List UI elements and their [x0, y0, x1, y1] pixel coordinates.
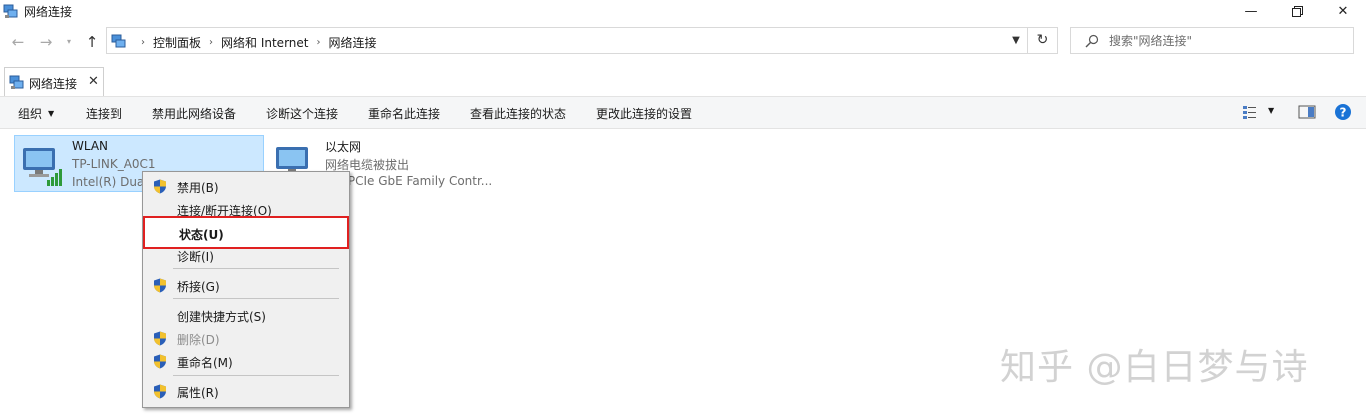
breadcrumb-network-internet[interactable]: 网络和 Internet [221, 34, 308, 51]
uac-shield-icon [154, 354, 166, 369]
help-button[interactable]: ? [1334, 103, 1352, 124]
menu-item-label: 诊断(I) [177, 250, 214, 264]
connection-name: WLAN [72, 139, 109, 153]
search-input[interactable] [1109, 31, 1349, 51]
menu-item-diagnose[interactable]: 诊断(I) [145, 244, 347, 266]
address-dropdown-button[interactable]: ▼ [1005, 28, 1027, 53]
back-button[interactable]: ← [9, 32, 27, 52]
chevron-down-icon: ▼ [1012, 35, 1020, 46]
uac-shield-icon [154, 331, 166, 346]
up-button[interactable]: ↑ [83, 32, 101, 52]
organize-menu[interactable]: 组织 ▼ [18, 105, 54, 122]
breadcrumb-network-connections[interactable]: 网络连接 [328, 34, 376, 51]
menu-item-label: 重命名(M) [177, 356, 233, 370]
menu-item-label: 禁用(B) [177, 181, 219, 195]
refresh-icon: ↻ [1036, 32, 1049, 48]
rename-button[interactable]: 重命名此连接 [368, 105, 440, 122]
connection-name: 以太网 [325, 140, 362, 154]
menu-separator [173, 298, 339, 299]
caret-down-icon: ▼ [48, 109, 55, 118]
connection-device: tek PCIe GbE Family Contr... [325, 174, 493, 188]
arrow-up-icon: ↑ [85, 33, 99, 51]
search-icon [1085, 34, 1099, 48]
restore-icon [1291, 5, 1303, 17]
menu-item-rename[interactable]: 重命名(M) [145, 350, 347, 372]
connect-to-button[interactable]: 连接到 [86, 105, 122, 122]
menu-item-label: 创建快捷方式(S) [177, 310, 266, 324]
connection-device: Intel(R) Dual [72, 175, 148, 189]
diagnose-button[interactable]: 诊断这个连接 [266, 105, 338, 122]
navigation-bar: ← → ▾ ↑ › 控制面板 › 网络和 Internet › 网络连接 ▼ ↻ [0, 22, 1366, 62]
refresh-button[interactable]: ↻ [1028, 27, 1058, 54]
change-settings-button[interactable]: 更改此连接的设置 [596, 105, 692, 122]
watermark: 知乎 @白日梦与诗 [1000, 347, 1309, 388]
view-details-icon [1243, 106, 1256, 119]
address-bar[interactable]: › 控制面板 › 网络和 Internet › 网络连接 ▼ [106, 27, 1028, 54]
preview-pane-button[interactable] [1298, 104, 1316, 123]
tab-close-icon[interactable]: ✕ [88, 74, 99, 89]
view-options-button[interactable] [1242, 104, 1258, 123]
chevron-right-icon[interactable]: › [209, 37, 213, 48]
menu-item-label: 桥接(G) [177, 280, 220, 294]
window-title: 网络连接 [24, 5, 73, 19]
chevron-right-icon[interactable]: › [316, 37, 320, 48]
view-status-button[interactable]: 查看此连接的状态 [470, 105, 566, 122]
tab-label: 网络连接 [29, 77, 78, 91]
menu-item-label: 状态(U) [179, 228, 224, 242]
chevron-right-icon: › [141, 37, 145, 48]
close-icon: ✕ [1337, 3, 1349, 19]
tab-network-connections[interactable]: 网络连接 ✕ [4, 67, 104, 96]
control-panel-icon [111, 34, 126, 48]
menu-item-create-shortcut[interactable]: 创建快捷方式(S) [145, 304, 347, 326]
restore-button[interactable] [1274, 0, 1320, 22]
chevron-down-icon: ▾ [66, 37, 71, 46]
disable-device-button[interactable]: 禁用此网络设备 [152, 105, 236, 122]
recent-locations-button[interactable]: ▾ [63, 32, 75, 52]
help-icon: ? [1335, 104, 1351, 120]
breadcrumb: › 控制面板 › 网络和 Internet › 网络连接 [133, 34, 377, 51]
uac-shield-icon [154, 179, 166, 194]
network-connections-icon [3, 4, 18, 18]
context-menu: 禁用(B) 连接/断开连接(O) 状态(U) 诊断(I) 桥接(G) 创建快捷方… [142, 171, 350, 408]
menu-item-label: 属性(R) [177, 386, 219, 400]
minimize-button[interactable]: — [1228, 0, 1274, 22]
menu-separator [173, 375, 339, 376]
title-bar: 网络连接 — ✕ [0, 0, 1366, 22]
close-button[interactable]: ✕ [1320, 0, 1366, 22]
arrow-left-icon: ← [11, 33, 25, 51]
uac-shield-icon [154, 384, 166, 399]
command-bar: 组织 ▼ 连接到 禁用此网络设备 诊断这个连接 重命名此连接 查看此连接的状态 更… [0, 96, 1366, 129]
svg-text:?: ? [1340, 106, 1347, 120]
wireless-adapter-icon [23, 148, 62, 186]
forward-button[interactable]: → [37, 32, 55, 52]
menu-separator [173, 268, 339, 269]
organize-label: 组织 [18, 107, 43, 121]
search-box[interactable] [1070, 27, 1354, 54]
menu-item-delete[interactable]: 删除(D) [145, 327, 347, 349]
minimize-icon: — [1244, 3, 1258, 19]
connection-network: TP-LINK_A0C1 [72, 157, 156, 171]
uac-shield-icon [154, 278, 166, 293]
view-options-caret-icon[interactable]: ▼ [1268, 106, 1274, 115]
breadcrumb-control-panel[interactable]: 控制面板 [153, 34, 201, 51]
preview-pane-icon [1298, 105, 1316, 119]
network-connections-icon [9, 75, 24, 89]
menu-item-label: 删除(D) [177, 333, 220, 347]
arrow-right-icon: → [39, 33, 53, 51]
tab-strip: 网络连接 ✕ [0, 62, 1366, 96]
menu-item-bridge[interactable]: 桥接(G) [145, 274, 347, 296]
menu-item-properties[interactable]: 属性(R) [145, 380, 347, 402]
menu-item-disable[interactable]: 禁用(B) [145, 175, 347, 197]
